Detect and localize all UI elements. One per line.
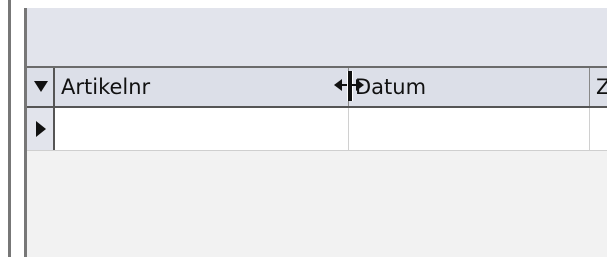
window-top-edge <box>0 0 607 8</box>
cell-datum[interactable] <box>349 108 589 150</box>
cell-z[interactable] <box>590 108 607 150</box>
window-left-border <box>0 0 27 257</box>
cursor-right-arrow <box>356 79 364 91</box>
column-header-label: Z <box>596 75 607 99</box>
cell-artikelnr[interactable] <box>55 108 348 150</box>
select-all-corner[interactable] <box>27 68 55 106</box>
current-row-arrow-icon <box>36 121 46 137</box>
row-selector[interactable] <box>27 108 55 150</box>
column-header-label: Datum <box>355 75 427 99</box>
cursor-bar <box>347 71 353 101</box>
column-resize-cursor-icon <box>334 68 364 106</box>
form-header-section <box>27 8 607 66</box>
dropdown-triangle-icon <box>34 81 48 92</box>
column-header-datum[interactable]: Datum <box>349 68 589 106</box>
column-header-label: Artikelnr <box>61 75 151 99</box>
column-header-z[interactable]: Z <box>590 68 607 106</box>
outer-frame-line <box>8 0 11 257</box>
column-header-artikelnr[interactable]: Artikelnr <box>55 68 348 106</box>
